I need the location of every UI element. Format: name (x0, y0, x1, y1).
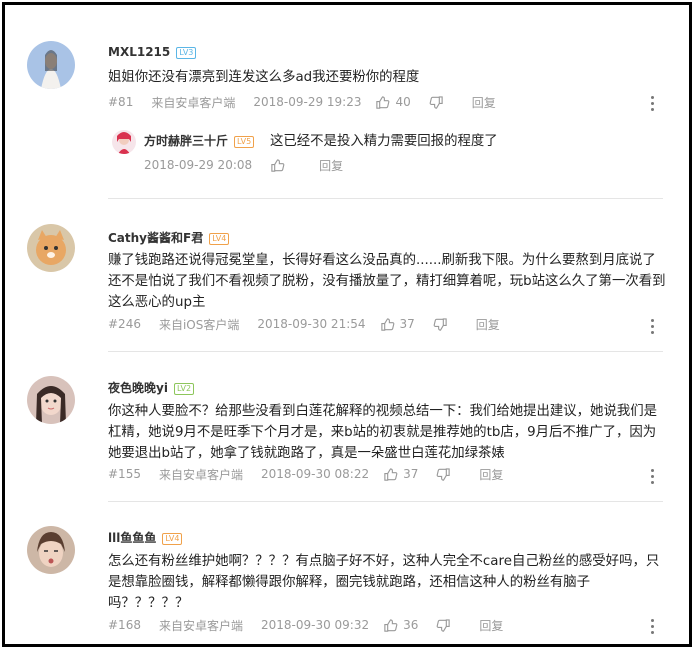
more-vertical-icon[interactable] (649, 96, 655, 112)
reply-meta: 2018-09-29 20:08 回复 (144, 156, 343, 174)
like-button[interactable]: 37 (383, 467, 418, 482)
reply-text: 这已经不是投入精力需要回报的程度了 (270, 134, 498, 149)
floor-number: #155 (108, 467, 141, 481)
comment-section: MXL1215 LV3 姐姐你还没有漂亮到连发这么多ad我还要粉你的程度 #81 … (2, 2, 692, 647)
comment-meta: #81 来自安卓客户端 2018-09-29 19:23 40 回复 (108, 93, 496, 111)
thumbs-down-icon (437, 467, 451, 481)
username-text[interactable]: MXL1215 (108, 45, 170, 59)
divider (108, 198, 663, 199)
username[interactable]: Cathy酱酱和F君 LV4 (108, 229, 230, 246)
reply-button[interactable]: 回复 (479, 617, 503, 634)
level-badge: LV2 (173, 383, 195, 395)
like-button[interactable] (270, 158, 285, 173)
avatar[interactable] (27, 376, 75, 424)
comment-meta: #246 来自iOS客户端 2018-09-30 21:54 37 回复 (108, 315, 500, 333)
reply-avatar[interactable] (112, 130, 136, 154)
floor-number: #81 (108, 95, 134, 109)
comment-meta: #168 来自安卓客户端 2018-09-30 09:32 36 回复 (108, 616, 503, 634)
more-vertical-icon[interactable] (649, 469, 655, 485)
level-badge: LV5 (234, 136, 255, 148)
level-badge: LV3 (176, 47, 197, 59)
timestamp: 2018-09-29 20:08 (144, 158, 253, 172)
reply-button[interactable]: 回复 (319, 157, 343, 174)
username-text[interactable]: lll鱼鱼鱼 (108, 531, 156, 545)
comment-text: 姐姐你还没有漂亮到连发这么多ad我还要粉你的程度 (108, 70, 420, 85)
like-count: 40 (395, 95, 411, 109)
reply-username-text[interactable]: 方时赫胖三十斤 (144, 134, 228, 148)
username[interactable]: MXL1215 LV3 (108, 45, 197, 59)
client-source: 来自安卓客户端 (158, 618, 243, 633)
username[interactable]: 夜色晚晚yi LV2 (108, 379, 195, 396)
comment-text: 你这种人要脸不？给那些没看到白莲花解释的视频总结一下：我们给她提出建议，她说我们… (108, 404, 658, 461)
thumbs-up-icon (271, 158, 285, 172)
reply-button[interactable]: 回复 (476, 316, 500, 333)
dislike-button[interactable] (436, 467, 451, 482)
thumbs-up-icon (380, 317, 394, 331)
thumbs-up-icon (384, 618, 398, 632)
timestamp: 2018-09-30 08:22 (260, 467, 370, 481)
thumbs-up-icon (384, 467, 398, 481)
reply-button[interactable]: 回复 (479, 466, 503, 483)
username-text[interactable]: 夜色晚晚yi (108, 381, 168, 395)
avatar[interactable] (27, 41, 75, 89)
client-source: 来自安卓客户端 (158, 467, 243, 482)
avatar[interactable] (27, 224, 75, 272)
like-button[interactable]: 36 (383, 618, 418, 633)
thumbs-down-icon (429, 95, 443, 109)
floor-number: #246 (108, 317, 141, 331)
floor-number: #168 (108, 618, 141, 632)
dislike-button[interactable] (436, 618, 451, 633)
comment-text: 怎么还有粉丝维护她啊？？？？有点脑子好不好，这种人完全不care自己粉丝的感受好… (108, 554, 660, 611)
thumbs-up-icon (376, 95, 390, 109)
level-badge: LV4 (162, 533, 183, 545)
comment-meta: #155 来自安卓客户端 2018-09-30 08:22 37 回复 (108, 465, 503, 483)
username[interactable]: lll鱼鱼鱼 LV4 (108, 529, 183, 546)
more-vertical-icon[interactable] (649, 619, 655, 635)
comment-text: 赚了钱跑路还说得冠冕堂皇，长得好看这么没品真的......刷新我下限。为什么要熬… (108, 253, 666, 310)
client-source: 来自iOS客户端 (158, 317, 240, 332)
like-button[interactable]: 37 (380, 317, 415, 332)
timestamp: 2018-09-29 19:23 (253, 95, 362, 109)
reply-username[interactable]: 方时赫胖三十斤 LV5 (144, 132, 255, 149)
timestamp: 2018-09-30 09:32 (260, 618, 370, 632)
dislike-button[interactable] (433, 317, 448, 332)
thumbs-down-icon (433, 317, 447, 331)
client-source: 来自安卓客户端 (151, 95, 236, 110)
like-count: 37 (399, 317, 415, 331)
divider (108, 501, 663, 502)
reply-button[interactable]: 回复 (472, 94, 496, 111)
timestamp: 2018-09-30 21:54 (257, 317, 366, 331)
like-count: 37 (403, 467, 419, 481)
thumbs-down-icon (437, 618, 451, 632)
like-count: 36 (403, 618, 419, 632)
divider (108, 351, 663, 352)
more-vertical-icon[interactable] (649, 319, 655, 335)
avatar[interactable] (27, 526, 75, 574)
username-text[interactable]: Cathy酱酱和F君 (108, 231, 203, 245)
dislike-button[interactable] (429, 95, 444, 110)
level-badge: LV4 (209, 233, 230, 245)
like-button[interactable]: 40 (375, 95, 411, 110)
